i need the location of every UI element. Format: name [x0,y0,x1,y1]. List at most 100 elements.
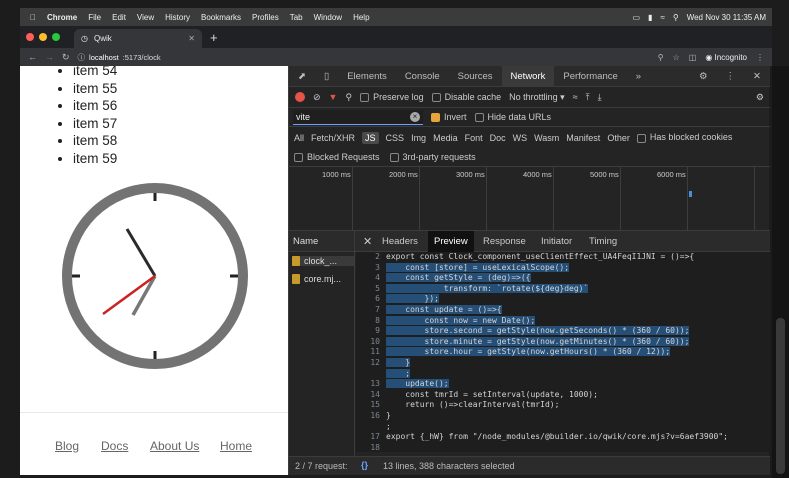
more-tabs-icon[interactable]: » [627,66,650,87]
minimize-window-button[interactable] [39,33,47,41]
filter-input[interactable]: vite × [293,109,423,125]
clear-icon[interactable]: ⊘ [313,92,321,103]
bookmark-star-icon[interactable]: ☆ [673,53,680,62]
apple-icon[interactable]:  [30,13,36,22]
record-icon[interactable] [295,92,305,102]
code-text: update(); [386,379,449,389]
grid-line [687,167,688,231]
tab-sources[interactable]: Sources [449,66,502,87]
tab-network[interactable]: Network [501,65,555,87]
tab-performance[interactable]: Performance [554,66,626,87]
zoom-window-button[interactable] [52,33,60,41]
menu-file[interactable]: File [88,13,101,22]
type-manifest[interactable]: Manifest [566,133,600,143]
type-css[interactable]: CSS [386,133,405,143]
request-row[interactable]: clock_... [292,256,354,266]
menu-window[interactable]: Window [314,13,342,22]
url-field[interactable]: ⓘ localhost:5173/clock [78,52,161,63]
search-network-icon[interactable]: ⚲ [345,92,352,103]
close-devtools-icon[interactable]: ✕ [744,66,770,87]
browser-tab[interactable]: ◷ Qwik ✕ [74,29,202,48]
menu-edit[interactable]: Edit [112,13,126,22]
new-tab-icon[interactable]: + [210,30,218,45]
footer-link-docs[interactable]: Docs [101,439,128,453]
pretty-print-icon[interactable]: {} [361,460,368,470]
clear-filter-icon[interactable]: × [410,111,420,122]
menu-bookmarks[interactable]: Bookmarks [201,13,241,22]
type-other[interactable]: Other [607,133,630,143]
tab-console[interactable]: Console [396,66,449,87]
type-font[interactable]: Font [465,133,483,143]
battery-icon[interactable]: ▮ [648,13,652,22]
type-js[interactable]: JS [362,131,379,144]
menu-history[interactable]: History [165,13,190,22]
forward-icon[interactable]: → [45,52,54,62]
window-scrollbar[interactable] [772,66,789,478]
footer-link-about[interactable]: About Us [150,439,199,453]
more-menu-icon[interactable]: ⋮ [756,53,764,62]
reload-icon[interactable]: ↻ [62,52,70,63]
close-detail-icon[interactable]: ✕ [363,235,372,248]
screen-icon[interactable]: ▭ [632,13,640,22]
close-window-button[interactable] [26,33,34,41]
detail-tab-response[interactable]: Response [483,236,526,247]
invert-checkbox[interactable]: Invert [431,112,467,123]
preserve-log-checkbox[interactable]: Preserve log [360,92,424,103]
type-ws[interactable]: WS [513,133,528,143]
type-img[interactable]: Img [411,133,426,143]
type-all[interactable]: All [294,133,304,143]
line-number: 4 [375,273,380,283]
hide-data-urls-checkbox[interactable]: Hide data URLs [474,112,551,123]
sidebar-icon[interactable]: ◫ [689,53,697,62]
request-header-row: Name ✕ Headers Preview Response Initiato… [289,231,770,252]
blocked-requests-checkbox[interactable]: Blocked Requests [294,152,380,163]
close-tab-icon[interactable]: ✕ [188,34,195,43]
third-party-checkbox[interactable]: 3rd-party requests [389,152,476,163]
network-settings-icon[interactable]: ⚙ [756,92,770,103]
search-icon[interactable]: ⚲ [673,13,679,22]
detail-tab-preview[interactable]: Preview [428,231,474,252]
zoom-icon[interactable]: ⚲ [658,53,664,62]
type-wasm[interactable]: Wasm [534,133,559,143]
network-overview-timeline[interactable]: 1000 ms 2000 ms 3000 ms 4000 ms 5000 ms … [289,167,770,231]
request-count: 2 / 7 request: [295,461,348,471]
blocked-cookies-checkbox[interactable]: Has blocked cookies [636,132,732,143]
line-number: 10 [370,336,380,346]
settings-gear-icon[interactable]: ⚙ [690,66,717,87]
devtools-menu-icon[interactable]: ⋮ [717,66,745,87]
footer-link-blog[interactable]: Blog [55,439,79,453]
menu-view[interactable]: View [137,13,154,22]
throttling-select[interactable]: No throttling ▾ [509,92,565,103]
type-media[interactable]: Media [433,133,458,143]
request-row[interactable]: core.mj... [292,274,341,284]
menubar-clock[interactable]: Wed Nov 30 11:35 AM [687,13,766,22]
export-har-icon[interactable]: ⤓ [598,92,602,103]
type-fetch-xhr[interactable]: Fetch/XHR [311,133,355,143]
device-toolbar-icon[interactable]: ▯ [315,66,338,87]
detail-tab-timing[interactable]: Timing [589,236,617,247]
menu-help[interactable]: Help [353,13,369,22]
menu-profiles[interactable]: Profiles [252,13,279,22]
menu-app-name[interactable]: Chrome [47,13,77,22]
detail-tab-headers[interactable]: Headers [382,236,418,247]
network-conditions-icon[interactable]: ≈ [573,92,578,102]
menu-tab[interactable]: Tab [290,13,303,22]
code-text: export {_hW} from "/node_modules/@builde… [386,432,728,442]
disable-cache-checkbox[interactable]: Disable cache [431,92,501,103]
filter-value: vite [296,111,311,122]
back-icon[interactable]: ← [28,52,37,62]
scrollbar-thumb[interactable] [776,318,785,474]
incognito-badge[interactable]: ◉ Incognito [705,53,747,62]
code-line: 12 } [356,358,770,369]
tab-elements[interactable]: Elements [338,66,396,87]
type-doc[interactable]: Doc [490,133,506,143]
footer-link-home[interactable]: Home [220,439,252,453]
code-preview[interactable]: 2 export const Clock_component_useClientE… [356,252,770,452]
list-item: item 56 [73,97,117,115]
list-item: item 54 [73,66,117,80]
inspect-element-icon[interactable]: ⬈ [289,66,315,87]
import-har-icon[interactable]: ⤒ [586,92,590,103]
wifi-icon[interactable]: ≈ [660,13,664,22]
filter-icon[interactable]: ▼ [329,92,338,102]
detail-tab-initiator[interactable]: Initiator [541,236,572,247]
